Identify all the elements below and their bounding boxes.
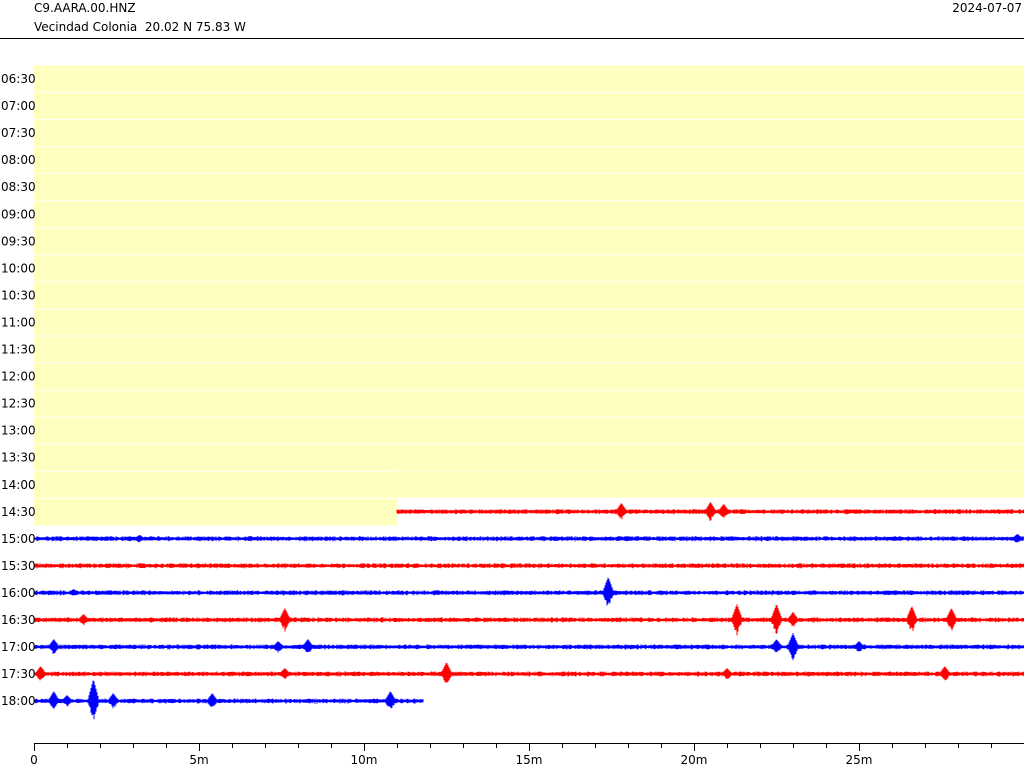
row-time-label: 11:30 [1, 343, 36, 357]
no-data-band [34, 254, 1024, 282]
no-data-band [34, 390, 1024, 418]
no-data-band [34, 173, 1024, 201]
no-data-band [34, 200, 1024, 228]
no-data-band [397, 471, 1024, 491]
row-time-label: 14:00 [1, 478, 36, 492]
row-time-label: 14:30 [1, 505, 36, 519]
no-data-band [34, 65, 1024, 93]
row-time-label: 17:30 [1, 667, 36, 681]
row-time-label: 15:00 [1, 532, 36, 546]
seismic-trace [33, 680, 424, 720]
row-time-label: 07:00 [1, 99, 36, 113]
x-axis-tick-label: 25m [846, 753, 873, 767]
row-time-label: 08:30 [1, 180, 36, 194]
x-axis: 0 5m 10m 15m 20m 25m [30, 743, 1024, 767]
no-data-band [34, 146, 1024, 174]
row-time-label: 18:00 [1, 694, 36, 708]
no-data-region [34, 65, 1024, 526]
helicorder-plot: 06:30 07:00 07:30 08:00 08:30 09:00 09:30 10:00… [0, 38, 1024, 767]
no-data-band [34, 498, 397, 526]
row-time-label: 13:00 [1, 424, 36, 438]
seismic-trace [33, 577, 1024, 606]
row-time-label: 10:00 [1, 261, 36, 275]
no-data-band [34, 92, 1024, 120]
row-time-label: 12:30 [1, 397, 36, 411]
no-data-band [34, 308, 1024, 336]
row-time-label: 10:30 [1, 288, 36, 302]
no-data-band [34, 363, 1024, 391]
row-time-label: 08:00 [1, 153, 36, 167]
row-time-label: 16:00 [1, 586, 36, 600]
no-data-band [34, 335, 1024, 364]
row-time-label: 12:00 [1, 370, 36, 384]
row-time-label: 07:30 [1, 126, 36, 140]
x-axis-tick-label: 0 [30, 753, 38, 767]
row-time-label: 13:30 [1, 451, 36, 465]
row-labels: 06:30 07:00 07:30 08:00 08:30 09:00 09:30 10:00… [1, 72, 36, 708]
x-axis-tick-label: 10m [351, 753, 378, 767]
x-axis-tick-label: 20m [681, 753, 708, 767]
row-time-label: 09:30 [1, 234, 36, 248]
x-axis-tick-label: 5m [189, 753, 208, 767]
row-time-label: 15:30 [1, 559, 36, 573]
row-time-label: 09:00 [1, 207, 36, 221]
row-time-label: 11:00 [1, 315, 36, 329]
no-data-band [34, 119, 1024, 147]
trace-layer [33, 502, 1024, 720]
no-data-band [34, 281, 1024, 309]
row-time-label: 17:00 [1, 640, 36, 654]
row-time-label: 06:30 [1, 72, 36, 86]
row-time-label: 16:30 [1, 613, 36, 627]
no-data-band [34, 227, 1024, 255]
seismic-trace [33, 663, 1024, 683]
no-data-band [34, 417, 1024, 445]
x-axis-tick-label: 15m [516, 753, 543, 767]
no-data-band [34, 444, 1024, 472]
